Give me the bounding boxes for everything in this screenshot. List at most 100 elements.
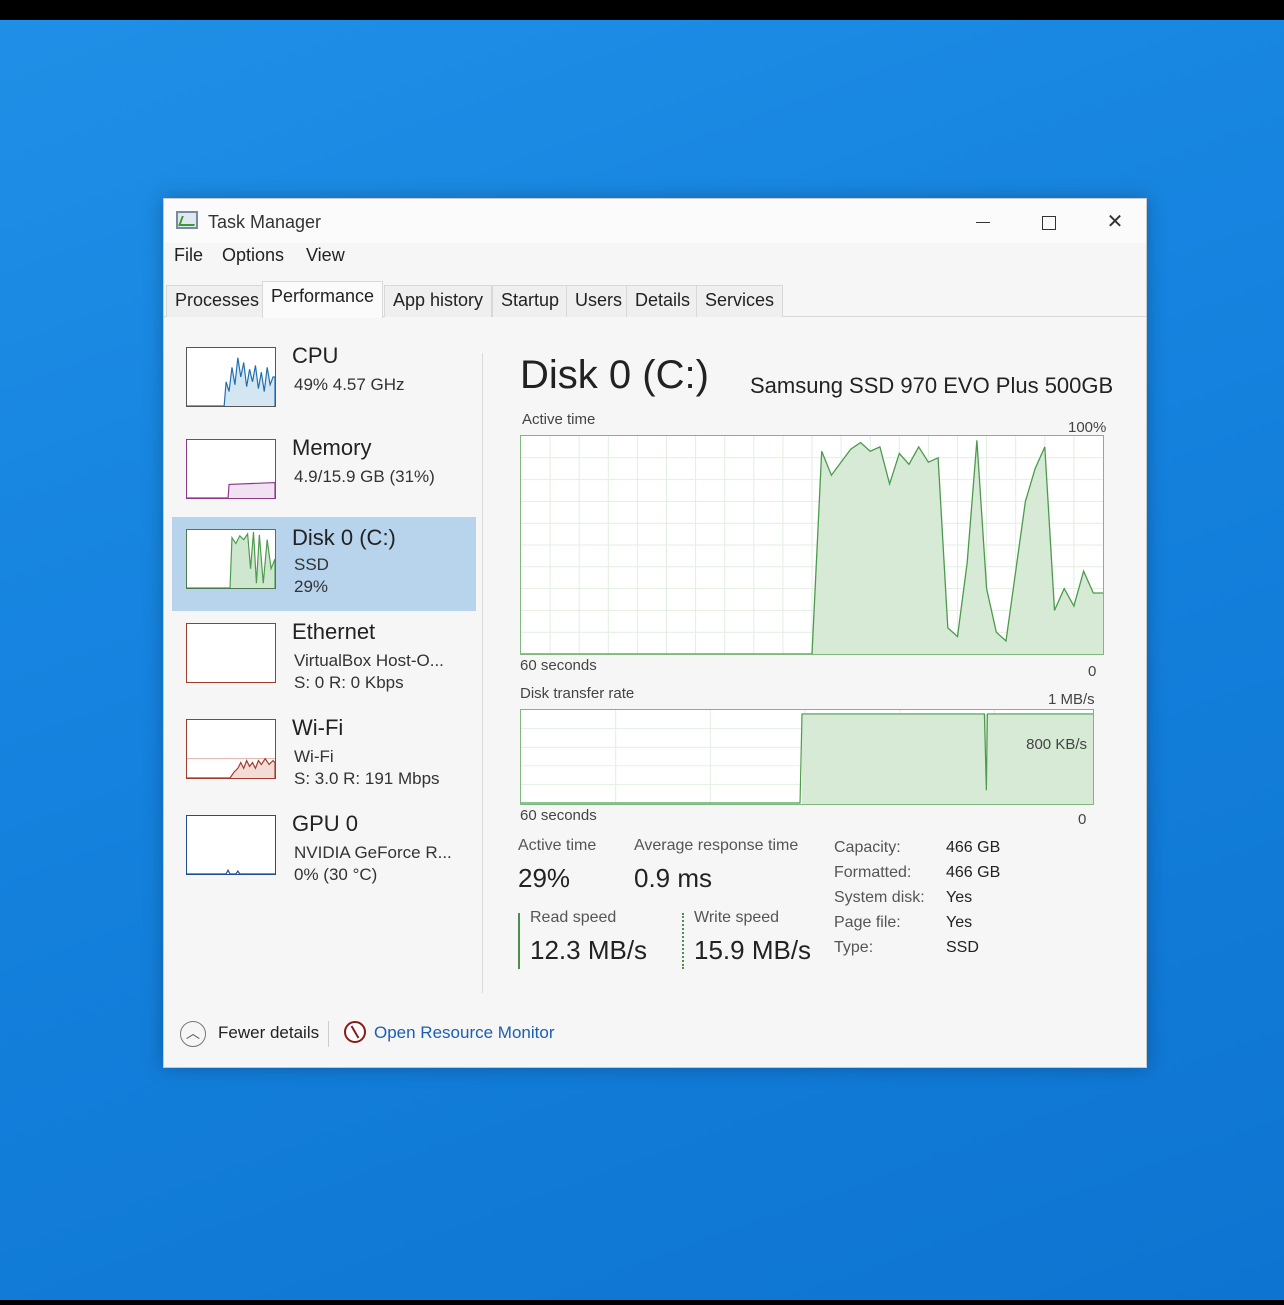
sidebar-item-disk-0[interactable]: Disk 0 (C:) SSD 29% (172, 517, 476, 611)
tab-users[interactable]: Users (566, 285, 632, 317)
disk-thumbnail-svg (187, 531, 275, 588)
transfer-rate-chart: 800 KB/s (520, 709, 1094, 805)
active-time-seconds-label: 60 seconds (520, 657, 597, 674)
window-title: Task Manager (208, 212, 322, 232)
disk-detail-panel: Disk 0 (C:) Samsung SSD 970 EVO Plus 500… (494, 339, 1134, 999)
tab-startup[interactable]: Startup (492, 285, 569, 317)
active-time-graph-label: Active time (522, 411, 596, 428)
sidebar-label-disk: Disk 0 (C:) (292, 525, 396, 550)
wifi-thumb-line (187, 757, 275, 778)
title-bar: Task Manager ✕ (164, 199, 1146, 243)
sidebar-cpu-usage: 49% 4.57 GHz (294, 375, 405, 394)
active-time-chart (520, 435, 1104, 655)
gpu-thumbnail-graph (186, 815, 276, 875)
footer-bar: ︿ Fewer details Open Resource Monitor (164, 1015, 1146, 1065)
sidebar-ethernet-adapter: VirtualBox Host-O... (294, 651, 444, 670)
disk-title: Disk 0 (C:) (520, 353, 709, 397)
prop-type-label: Type: (834, 939, 874, 956)
prop-formatted-value: 466 GB (946, 864, 1001, 881)
stat-read-speed-label: Read speed (530, 909, 617, 926)
cpu-thumb-line (187, 357, 275, 406)
transfer-rate-fill (802, 713, 1093, 804)
cpu-thumbnail-graph (186, 347, 276, 407)
sidebar-item-cpu[interactable]: CPU 49% 4.57 GHz (172, 335, 476, 429)
disk-thumbnail-graph (186, 529, 276, 589)
stat-active-time-label: Active time (518, 837, 597, 854)
transfer-rate-max-label: 1 MB/s (1048, 691, 1095, 708)
transfer-rate-seconds-label: 60 seconds (520, 807, 597, 824)
sidebar-label-gpu: GPU 0 (292, 811, 359, 836)
stat-active-time-value: 29% (518, 863, 571, 893)
transfer-rate-graph-label: Disk transfer rate (520, 685, 635, 702)
menu-view[interactable]: View (306, 245, 345, 266)
sidebar-divider (482, 353, 483, 993)
menu-options[interactable]: Options (222, 245, 284, 266)
maximize-icon (1042, 215, 1056, 230)
sidebar-label-ethernet: Ethernet (292, 619, 376, 644)
prop-system-disk-value: Yes (946, 889, 973, 906)
prop-capacity-value: 466 GB (946, 839, 1001, 856)
stat-write-speed-value: 15.9 MB/s (694, 935, 812, 965)
read-speed-indicator (518, 913, 520, 969)
gpu-thumbnail-svg (187, 868, 275, 874)
tab-details[interactable]: Details (626, 285, 700, 317)
prop-system-disk-label: System disk: (834, 889, 925, 906)
sidebar-item-wifi[interactable]: Wi-Fi Wi-Fi S: 3.0 R: 191 Mbps (172, 707, 476, 801)
chevron-up-icon[interactable]: ︿ (180, 1021, 206, 1047)
ethernet-thumbnail-graph (186, 623, 276, 683)
sidebar-gpu-usage: 0% (30 °C) (294, 865, 378, 884)
tab-performance[interactable]: Performance (262, 281, 384, 318)
stat-write-speed-label: Write speed (694, 909, 780, 926)
close-icon: ✕ (1106, 211, 1124, 233)
close-button[interactable]: ✕ (1092, 207, 1138, 237)
sidebar-label-wifi: Wi-Fi (292, 715, 344, 740)
memory-thumb-line (187, 481, 275, 498)
cpu-thumbnail-svg (187, 357, 275, 406)
active-time-chart-svg (521, 436, 1103, 654)
gpu-thumb-line (187, 868, 275, 874)
sidebar-wifi-adapter: Wi-Fi (294, 747, 334, 766)
disk-model: Samsung SSD 970 EVO Plus 500GB (750, 373, 1114, 398)
sidebar-item-memory[interactable]: Memory 4.9/15.9 GB (31%) (172, 427, 476, 521)
write-speed-indicator (682, 913, 684, 969)
task-manager-icon (176, 211, 198, 229)
sidebar-disk-type: SSD (294, 555, 329, 574)
sidebar-memory-usage: 4.9/15.9 GB (31%) (294, 467, 435, 486)
footer-separator (328, 1021, 329, 1047)
tab-strip: Processes Performance App history Startu… (164, 281, 1146, 318)
prop-type-value: SSD (946, 939, 979, 956)
sidebar-ethernet-rate: S: 0 R: 0 Kbps (294, 673, 404, 692)
sidebar-item-ethernet[interactable]: Ethernet VirtualBox Host-O... S: 0 R: 0 … (172, 611, 476, 705)
menu-file[interactable]: File (174, 245, 203, 266)
sidebar-disk-usage: 29% (294, 577, 329, 596)
prop-page-file-value: Yes (946, 914, 973, 931)
sidebar-gpu-model: NVIDIA GeForce R... (294, 843, 452, 862)
task-manager-window: Task Manager ✕ File Options View Process… (163, 198, 1147, 1068)
maximize-button[interactable] (1026, 207, 1072, 237)
tab-processes[interactable]: Processes (166, 285, 269, 317)
stat-read-speed-value: 12.3 MB/s (530, 935, 648, 965)
tab-app-history[interactable]: App history (384, 285, 493, 317)
tab-services[interactable]: Services (696, 285, 784, 317)
resource-sidebar: CPU 49% 4.57 GHz Memory 4.9/15.9 GB (31%… (172, 335, 478, 995)
memory-thumbnail-graph (186, 439, 276, 499)
stat-avg-response-label: Average response time (634, 837, 799, 854)
sidebar-label-cpu: CPU (292, 343, 339, 368)
resource-monitor-icon (344, 1021, 366, 1043)
minimize-button[interactable] (960, 207, 1006, 237)
prop-capacity-label: Capacity: (834, 839, 901, 856)
transfer-rate-chart-svg (521, 710, 1093, 804)
minimize-icon (976, 222, 990, 224)
sidebar-item-gpu-0[interactable]: GPU 0 NVIDIA GeForce R... 0% (30 °C) (172, 803, 476, 897)
prop-formatted-label: Formatted: (834, 864, 912, 881)
prop-page-file-label: Page file: (834, 914, 901, 931)
wifi-thumbnail-graph (186, 719, 276, 779)
sidebar-wifi-rate: S: 3.0 R: 191 Mbps (294, 769, 440, 788)
fewer-details-button[interactable]: Fewer details (218, 1023, 319, 1043)
memory-thumbnail-svg (187, 481, 275, 498)
open-resource-monitor-link[interactable]: Open Resource Monitor (374, 1023, 554, 1043)
active-time-max-label: 100% (1068, 419, 1107, 436)
sidebar-label-memory: Memory (292, 435, 372, 460)
wifi-thumbnail-svg (187, 757, 275, 778)
disk-thumb-line (187, 531, 275, 588)
